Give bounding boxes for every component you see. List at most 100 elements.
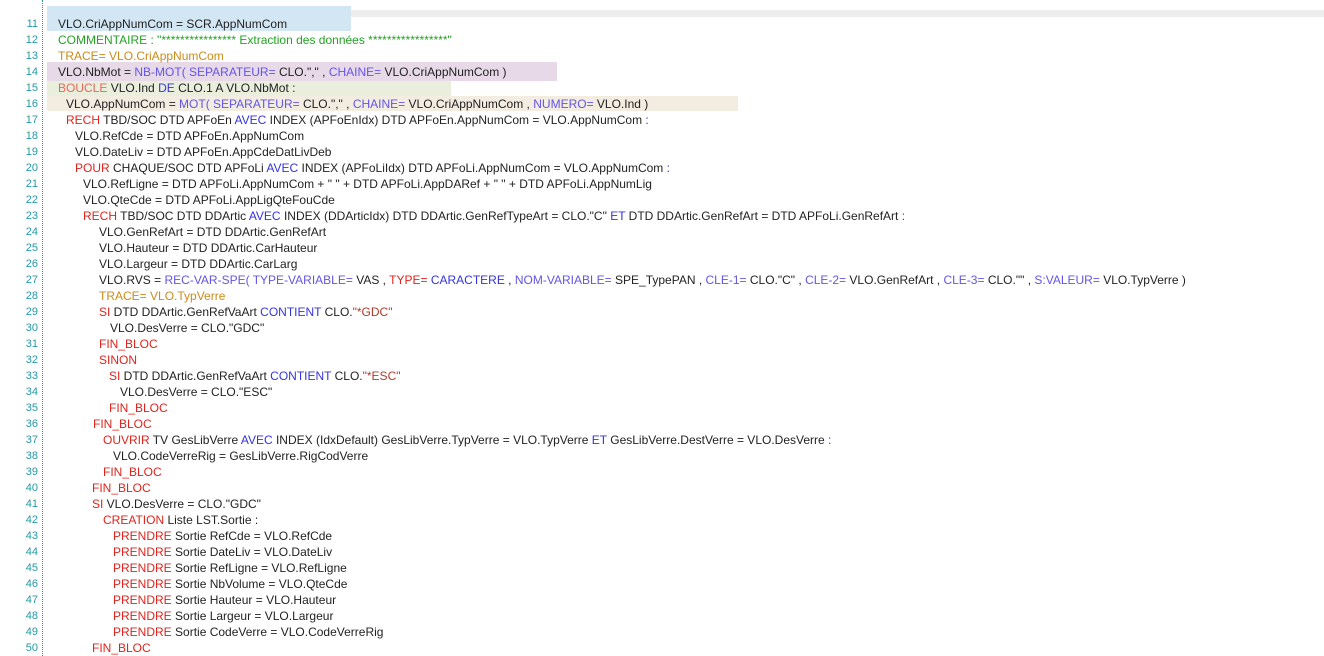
code-text[interactable]: FIN_BLOC [42,640,1324,656]
code-text[interactable]: SI VLO.DesVerre = CLO."GDC" [42,496,1324,512]
code-text[interactable]: VLO.DesVerre = CLO."GDC" [42,320,1324,336]
code-text[interactable]: VLO.DateLiv = DTD APFoEn.AppCdeDatLivDeb [42,144,1324,160]
code-line[interactable]: 36FIN_BLOC [0,416,1324,432]
code-text[interactable]: PRENDRE Sortie Hauteur = VLO.Hauteur [42,592,1324,608]
code-line[interactable]: 22VLO.QteCde = DTD APFoLi.AppLigQteFouCd… [0,192,1324,208]
code-line[interactable]: 21VLO.RefLigne = DTD APFoLi.AppNumCom + … [0,176,1324,192]
code-line[interactable]: 29SI DTD DDArtic.GenRefVaArt CONTIENT CL… [0,304,1324,320]
code-text[interactable]: SI DTD DDArtic.GenRefVaArt CONTIENT CLO.… [42,304,1324,320]
code-line[interactable]: 26VLO.Largeur = DTD DDArtic.CarLarg [0,256,1324,272]
code-line[interactable]: 19VLO.DateLiv = DTD APFoEn.AppCdeDatLivD… [0,144,1324,160]
code-text[interactable]: VLO.GenRefArt = DTD DDArtic.GenRefArt [42,224,1324,240]
code-line[interactable]: 49PRENDRE Sortie CodeVerre = VLO.CodeVer… [0,624,1324,640]
code-line[interactable]: 45PRENDRE Sortie RefLigne = VLO.RefLigne [0,560,1324,576]
code-text[interactable]: OUVRIR TV GesLibVerre AVEC INDEX (IdxDef… [42,432,1324,448]
code-line[interactable]: 50FIN_BLOC [0,640,1324,656]
code-text[interactable]: VLO.NbMot = NB-MOT( SEPARATEUR= CLO."," … [42,64,1324,80]
code-line[interactable]: 48PRENDRE Sortie Largeur = VLO.Largeur [0,608,1324,624]
line-number: 35 [0,400,42,416]
code-text[interactable]: SINON [42,352,1324,368]
code-token: PRENDRE [113,593,172,607]
code-text[interactable]: FIN_BLOC [42,480,1324,496]
code-line[interactable]: 37OUVRIR TV GesLibVerre AVEC INDEX (IdxD… [0,432,1324,448]
code-text[interactable]: POUR CHAQUE/SOC DTD APFoLi AVEC INDEX (A… [42,160,1324,176]
code-line[interactable]: 33SI DTD DDArtic.GenRefVaArt CONTIENT CL… [0,368,1324,384]
line-number: 32 [0,352,42,368]
code-text[interactable]: FIN_BLOC [42,400,1324,416]
code-text[interactable]: FIN_BLOC [42,416,1324,432]
line-number: 29 [0,304,42,320]
code-line[interactable]: 44PRENDRE Sortie DateLiv = VLO.DateLiv [0,544,1324,560]
code-text[interactable]: PRENDRE Sortie RefCde = VLO.RefCde [42,528,1324,544]
code-line[interactable]: 40FIN_BLOC [0,480,1324,496]
code-token: OUVRIR [103,433,150,447]
code-line[interactable]: 15BOUCLE VLO.Ind DE CLO.1 A VLO.NbMot : [0,80,1324,96]
code-line[interactable]: 25VLO.Hauteur = DTD DDArtic.CarHauteur [0,240,1324,256]
code-token: NOM-VARIABLE= [515,273,612,287]
code-token: AVEC [235,113,267,127]
code-text[interactable]: VLO.DesVerre = CLO."ESC" [42,384,1324,400]
code-line[interactable]: 35 FIN_BLOC [0,400,1324,416]
code-text[interactable]: SI DTD DDArtic.GenRefVaArt CONTIENT CLO.… [42,368,1324,384]
code-line[interactable]: 16VLO.AppNumCom = MOT( SEPARATEUR= CLO."… [0,96,1324,112]
line-number: 23 [0,208,42,224]
code-line[interactable]: 41SI VLO.DesVerre = CLO."GDC" [0,496,1324,512]
code-text[interactable]: VLO.Largeur = DTD DDArtic.CarLarg [42,256,1324,272]
code-line[interactable]: 31FIN_BLOC [0,336,1324,352]
code-line[interactable]: 43PRENDRE Sortie RefCde = VLO.RefCde [0,528,1324,544]
code-line[interactable]: 11VLO.CriAppNumCom = SCR.AppNumCom [0,16,1324,32]
code-text[interactable]: PRENDRE Sortie NbVolume = VLO.QteCde [42,576,1324,592]
code-token: RECH [83,209,117,223]
code-line[interactable]: 28TRACE= VLO.TypVerre [0,288,1324,304]
code-text[interactable]: CREATION Liste LST.Sortie : [42,512,1324,528]
code-text[interactable]: FIN_BLOC [42,464,1324,480]
code-token: DE [158,81,175,95]
code-text[interactable]: PRENDRE Sortie Largeur = VLO.Largeur [42,608,1324,624]
code-text[interactable]: VLO.AppNumCom = MOT( SEPARATEUR= CLO.","… [42,96,1324,112]
code-text[interactable]: TRACE= VLO.CriAppNumCom [42,48,1324,64]
line-number: 44 [0,544,42,560]
code-text[interactable]: PRENDRE Sortie RefLigne = VLO.RefLigne [42,560,1324,576]
code-token: FIN_BLOC [109,401,168,415]
code-line[interactable]: 34VLO.DesVerre = CLO."ESC" [0,384,1324,400]
code-line[interactable]: 38VLO.CodeVerreRig = GesLibVerre.RigCodV… [0,448,1324,464]
code-line[interactable]: 17RECH TBD/SOC DTD APFoEn AVEC INDEX (AP… [0,112,1324,128]
code-text[interactable]: VLO.CodeVerreRig = GesLibVerre.RigCodVer… [42,448,1324,464]
code-text[interactable]: BOUCLE VLO.Ind DE CLO.1 A VLO.NbMot : [42,80,1324,96]
code-token: MOT( SEPARATEUR= [179,97,300,111]
code-text[interactable]: RECH TBD/SOC DTD DDArtic AVEC INDEX (DDA… [42,208,1324,224]
code-text[interactable]: VLO.Hauteur = DTD DDArtic.CarHauteur [42,240,1324,256]
code-line[interactable]: 23RECH TBD/SOC DTD DDArtic AVEC INDEX (D… [0,208,1324,224]
code-line[interactable]: 24VLO.GenRefArt = DTD DDArtic.GenRefArt [0,224,1324,240]
code-text[interactable]: PRENDRE Sortie DateLiv = VLO.DateLiv [42,544,1324,560]
code-line[interactable]: 12COMMENTAIRE : "**************** Extrac… [0,32,1324,48]
code-text[interactable]: VLO.CriAppNumCom = SCR.AppNumCom [42,16,1324,32]
code-text[interactable]: VLO.QteCde = DTD APFoLi.AppLigQteFouCde [42,192,1324,208]
code-line[interactable]: 14VLO.NbMot = NB-MOT( SEPARATEUR= CLO.",… [0,64,1324,80]
code-line[interactable]: 32SINON [0,352,1324,368]
code-token: FIN_BLOC [99,337,158,351]
code-text[interactable]: FIN_BLOC [42,336,1324,352]
code-text[interactable]: RECH TBD/SOC DTD APFoEn AVEC INDEX (APFo… [42,112,1324,128]
code-text[interactable]: TRACE= VLO.TypVerre [42,288,1324,304]
code-text[interactable]: VLO.RVS = REC-VAR-SPE( TYPE-VARIABLE= VA… [42,272,1324,288]
code-line[interactable]: 46PRENDRE Sortie NbVolume = VLO.QteCde [0,576,1324,592]
code-token: VLO.RefCde = DTD APFoEn.AppNumCom [75,129,304,143]
code-line[interactable]: 42CREATION Liste LST.Sortie : [0,512,1324,528]
code-line[interactable]: 20POUR CHAQUE/SOC DTD APFoLi AVEC INDEX … [0,160,1324,176]
code-line[interactable]: 13TRACE= VLO.CriAppNumCom [0,48,1324,64]
code-line[interactable]: 30VLO.DesVerre = CLO."GDC" [0,320,1324,336]
code-text[interactable]: VLO.RefCde = DTD APFoEn.AppNumCom [42,128,1324,144]
line-number: 13 [0,48,42,64]
code-text[interactable]: COMMENTAIRE : "**************** Extracti… [42,32,1324,48]
code-text[interactable]: VLO.RefLigne = DTD APFoLi.AppNumCom + " … [42,176,1324,192]
code-line[interactable]: 27VLO.RVS = REC-VAR-SPE( TYPE-VARIABLE= … [0,272,1324,288]
code-area[interactable]: 11VLO.CriAppNumCom = SCR.AppNumCom12COMM… [0,16,1324,656]
code-token: CLO. [321,305,352,319]
line-number: 12 [0,32,42,48]
code-token: S:VALEUR= [1034,273,1099,287]
code-line[interactable]: 39FIN_BLOC [0,464,1324,480]
code-line[interactable]: 47PRENDRE Sortie Hauteur = VLO.Hauteur [0,592,1324,608]
code-line[interactable]: 18VLO.RefCde = DTD APFoEn.AppNumCom [0,128,1324,144]
code-text[interactable]: PRENDRE Sortie CodeVerre = VLO.CodeVerre… [42,624,1324,640]
